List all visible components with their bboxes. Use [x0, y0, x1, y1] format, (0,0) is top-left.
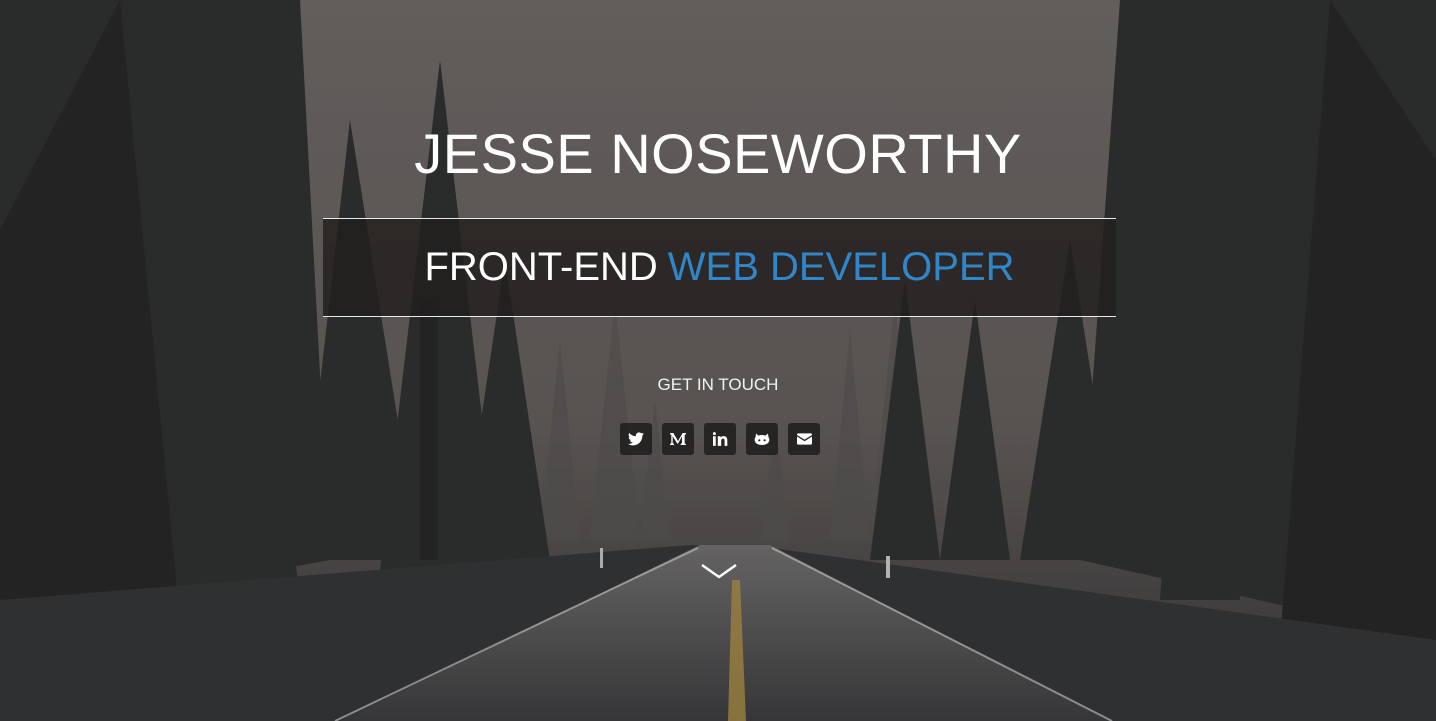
page-title: JESSE NOSEWORTHY — [414, 122, 1022, 185]
medium-link[interactable] — [662, 423, 694, 455]
role-prefix: FRONT-END — [424, 245, 658, 289]
github-link[interactable] — [746, 423, 778, 455]
linkedin-link[interactable] — [704, 423, 736, 455]
chevron-down-icon[interactable] — [700, 562, 738, 582]
dark-overlay — [0, 0, 1436, 721]
get-in-touch-heading: GET IN TOUCH — [657, 375, 779, 394]
github-icon — [754, 433, 770, 445]
twitter-link[interactable] — [620, 423, 652, 455]
medium-icon — [670, 433, 686, 445]
envelope-icon — [796, 433, 812, 445]
social-links — [620, 423, 820, 455]
hero-section: JESSE NOSEWORTHY FRONT-END WEB DEVELOPER… — [0, 0, 1436, 721]
twitter-icon — [628, 432, 644, 446]
role-accent: WEB DEVELOPER — [667, 245, 1015, 289]
role-banner: FRONT-END WEB DEVELOPER — [323, 218, 1116, 317]
email-link[interactable] — [788, 423, 820, 455]
linkedin-icon — [712, 432, 727, 446]
